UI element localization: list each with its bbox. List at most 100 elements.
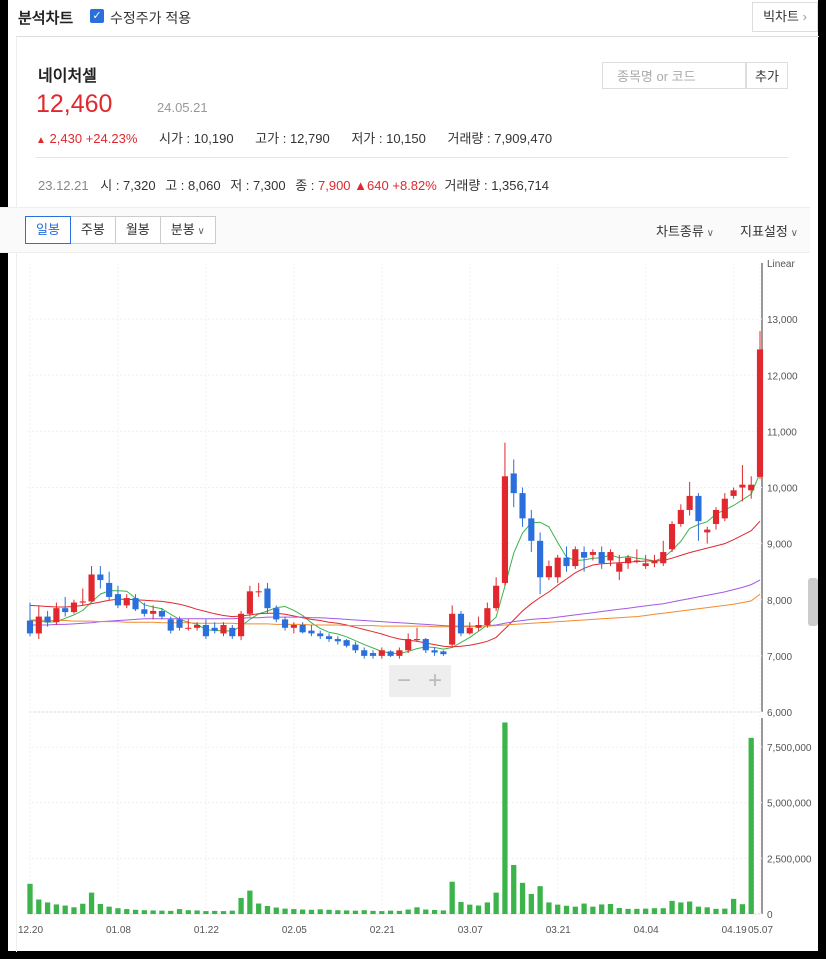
price-tick-label: 12,000 bbox=[767, 371, 798, 382]
candle-body bbox=[484, 608, 491, 626]
volume-bar bbox=[537, 886, 543, 914]
volume-bar bbox=[71, 907, 77, 914]
candle-body bbox=[642, 563, 649, 567]
volume-bar bbox=[176, 909, 183, 914]
chart-grid bbox=[26, 263, 763, 915]
volume-tick-label: 7,500,000 bbox=[767, 743, 812, 754]
volume-bar bbox=[467, 904, 473, 914]
volume-bar bbox=[423, 909, 429, 914]
volume-bar bbox=[379, 911, 385, 914]
candle-body bbox=[440, 651, 447, 655]
candle-body bbox=[457, 613, 465, 634]
candle-body bbox=[79, 601, 86, 603]
candle-body bbox=[475, 625, 482, 628]
volume-tick-label: 0 bbox=[767, 910, 773, 921]
candle-body bbox=[106, 582, 113, 597]
volume-bar bbox=[53, 904, 60, 914]
volume-bar bbox=[168, 910, 174, 914]
volume-bar bbox=[159, 910, 165, 914]
volume-bar bbox=[370, 910, 376, 914]
candle-body bbox=[343, 640, 350, 646]
candle-body bbox=[730, 490, 737, 496]
candle-body bbox=[229, 627, 236, 637]
candle-body bbox=[114, 594, 122, 606]
candle-body bbox=[281, 619, 289, 628]
volume-bar bbox=[106, 906, 112, 914]
candle-body bbox=[35, 616, 42, 634]
volume-bar bbox=[572, 906, 578, 914]
volume-bar bbox=[203, 911, 209, 914]
volume-bar bbox=[414, 907, 420, 914]
volume-bar bbox=[634, 908, 640, 914]
scale-label: Linear bbox=[767, 259, 795, 270]
candle-body bbox=[501, 476, 509, 583]
tab-daily[interactable]: 일봉 bbox=[25, 216, 71, 244]
zoom-in-button[interactable]: + bbox=[420, 667, 450, 695]
volume-bar bbox=[687, 901, 693, 914]
price-tick-label: 7,000 bbox=[767, 652, 792, 663]
candle-body bbox=[62, 608, 69, 613]
candle-body bbox=[264, 588, 271, 609]
candle-body bbox=[607, 552, 614, 561]
zoom-out-button[interactable]: − bbox=[389, 667, 419, 695]
candle-body bbox=[396, 650, 403, 656]
volume-bar bbox=[511, 865, 517, 914]
candle-body bbox=[748, 484, 755, 491]
volume-bar bbox=[264, 905, 271, 914]
volume-bar bbox=[282, 908, 288, 914]
volume-bar bbox=[80, 903, 86, 914]
candle-body bbox=[686, 495, 693, 510]
volume-bar bbox=[150, 910, 156, 914]
volume-bar bbox=[308, 909, 315, 914]
candle-body bbox=[405, 639, 412, 651]
volume-bar bbox=[449, 881, 455, 914]
candle-body bbox=[624, 557, 632, 564]
candle-body bbox=[466, 627, 473, 634]
price-tick-label: 13,000 bbox=[767, 315, 798, 326]
volume-bar bbox=[599, 904, 605, 914]
volume-axis: 0 2,500,000 5,000,000 7,500,000 bbox=[767, 743, 812, 921]
volume-bar bbox=[273, 907, 279, 914]
volume-bar bbox=[678, 902, 684, 914]
candle-body bbox=[361, 650, 368, 656]
candle-body bbox=[317, 633, 324, 637]
volume-bar bbox=[695, 906, 702, 914]
price-chart[interactable]: 6,000 7,000 8,000 9,000 10,000 11,000 12,000 13… bbox=[0, 0, 826, 959]
candle-body bbox=[528, 518, 535, 541]
candle-body bbox=[150, 610, 157, 614]
volume-bar bbox=[317, 909, 323, 914]
candle-body bbox=[308, 630, 315, 634]
volume-bar bbox=[405, 909, 411, 914]
candle-body bbox=[712, 509, 720, 524]
candle-body bbox=[299, 625, 306, 633]
volume-bar bbox=[607, 903, 614, 914]
x-tick-label: 03.21 bbox=[546, 925, 571, 936]
candle-body bbox=[449, 613, 456, 645]
volume-bar bbox=[651, 908, 658, 914]
volume-bar bbox=[660, 908, 666, 914]
x-tick-label: 01.08 bbox=[106, 925, 131, 936]
price-tick-label: 6,000 bbox=[767, 708, 792, 719]
volume-bar bbox=[387, 910, 394, 914]
x-tick-label: 05.07 bbox=[748, 925, 773, 936]
candle-body bbox=[537, 540, 544, 578]
volume-bar bbox=[625, 908, 631, 914]
zoom-control: − + bbox=[389, 665, 451, 697]
candle-body bbox=[44, 616, 51, 623]
volume-bar bbox=[256, 903, 262, 914]
volume-bar bbox=[563, 905, 570, 914]
volume-bar bbox=[335, 910, 341, 914]
volume-bar bbox=[396, 910, 403, 914]
candle-body bbox=[70, 602, 78, 613]
volume-bar bbox=[300, 909, 306, 914]
volume-bar bbox=[124, 909, 130, 914]
candle-body bbox=[220, 625, 227, 634]
volume-bar bbox=[528, 893, 534, 914]
volume-bar bbox=[458, 901, 464, 914]
volume-bars bbox=[27, 722, 754, 914]
candle-body bbox=[422, 639, 429, 651]
volume-bar bbox=[581, 903, 587, 914]
candle-body bbox=[53, 608, 60, 623]
candle-body bbox=[413, 639, 421, 641]
side-scroll-handle[interactable] bbox=[808, 578, 818, 626]
